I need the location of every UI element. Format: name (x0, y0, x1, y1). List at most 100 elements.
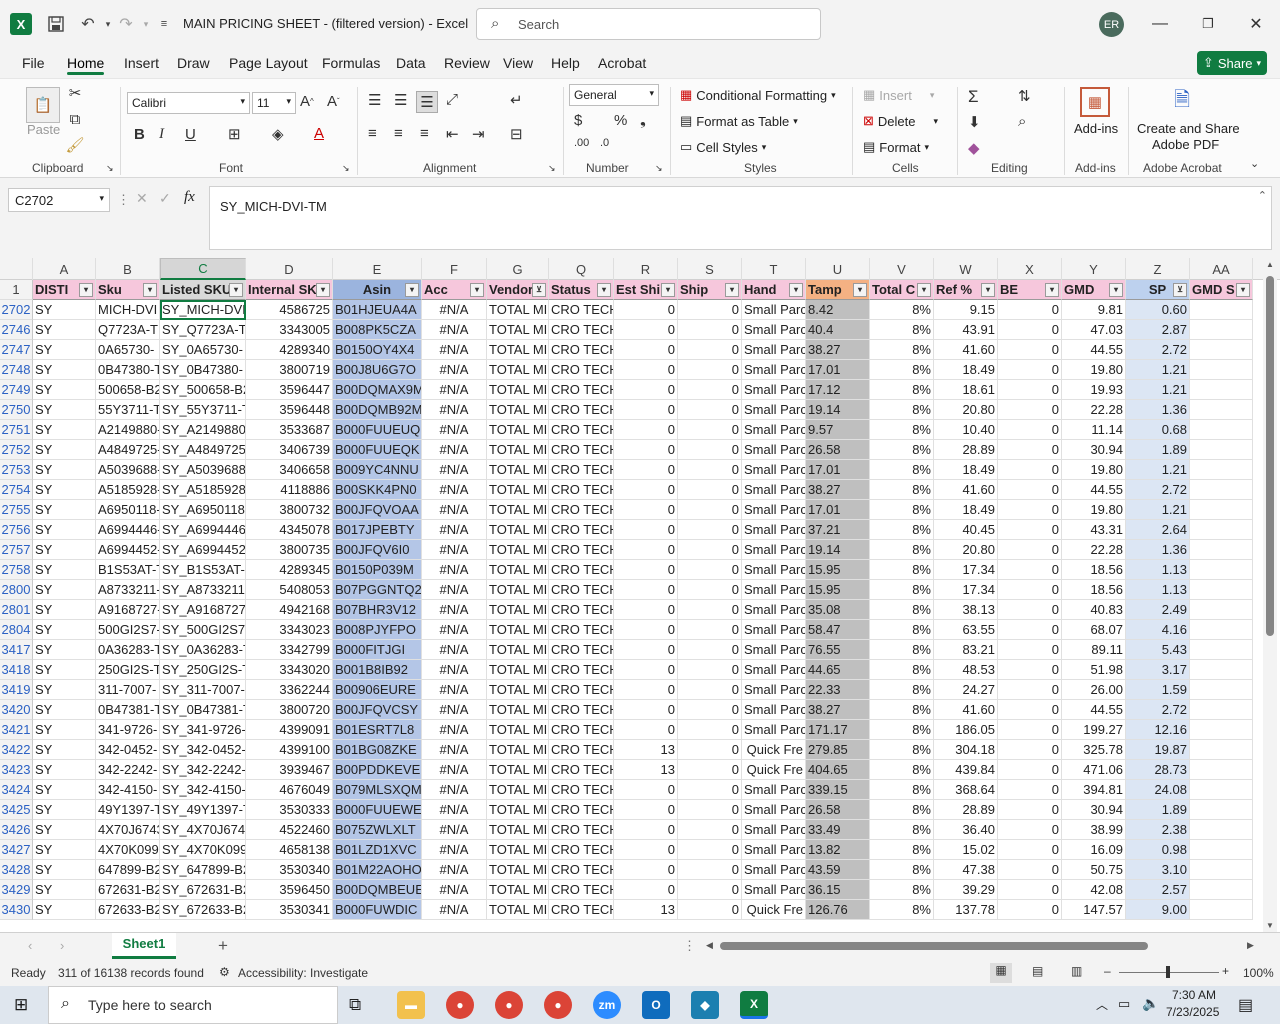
grid-cell[interactable]: TOTAL MI (487, 860, 549, 880)
grid-cell[interactable]: 8% (870, 680, 934, 700)
grid-cell[interactable]: 0 (678, 860, 742, 880)
customize-toolbar-icon[interactable]: ≡ (152, 12, 176, 36)
create-share-label-1[interactable]: Create and Share (1137, 121, 1240, 136)
grid-cell[interactable]: Small Parc (742, 620, 806, 640)
grid-cell[interactable]: 10.40 (934, 420, 998, 440)
grid-cell[interactable]: 83.21 (934, 640, 998, 660)
column-header-d[interactable]: D (246, 258, 333, 280)
grid-cell[interactable]: SY (33, 900, 96, 920)
grid-cell[interactable]: 13 (614, 900, 678, 920)
grid-cell[interactable] (1190, 320, 1253, 340)
grid-cell[interactable]: #N/A (422, 520, 487, 540)
grid-cell[interactable]: 1.13 (1126, 560, 1190, 580)
create-share-label-2[interactable]: Adobe PDF (1152, 137, 1219, 152)
grid-cell[interactable]: SY (33, 780, 96, 800)
grid-cell[interactable]: #N/A (422, 660, 487, 680)
grid-cell[interactable]: #N/A (422, 380, 487, 400)
grid-cell[interactable]: 0 (614, 500, 678, 520)
network-icon[interactable]: ▭ (1118, 996, 1130, 1012)
filter-dropdown-icon[interactable]: ▾ (789, 283, 803, 297)
grid-cell[interactable]: 3596447 (246, 380, 333, 400)
grid-cell[interactable]: 19.14 (806, 400, 870, 420)
grid-cell[interactable]: B0150OY4X4 (333, 340, 422, 360)
grid-cell[interactable]: 279.85 (806, 740, 870, 760)
grid-cell[interactable]: 4942168 (246, 600, 333, 620)
grid-cell[interactable]: SY (33, 540, 96, 560)
prev-sheet-icon[interactable]: ‹ (28, 938, 32, 953)
grid-cell[interactable]: 43.59 (806, 860, 870, 880)
page-break-view-icon[interactable]: ▥ (1071, 964, 1082, 978)
grid-cell[interactable]: 4118886 (246, 480, 333, 500)
grid-cell[interactable]: SY (33, 340, 96, 360)
grid-cell[interactable]: 41.60 (934, 700, 998, 720)
grid-cell[interactable]: 49Y1397-T (96, 800, 160, 820)
expand-formula-icon[interactable]: ⌃ (1258, 189, 1267, 202)
grid-cell[interactable]: 36.40 (934, 820, 998, 840)
grid-cell[interactable]: 8% (870, 780, 934, 800)
grid-cell[interactable]: 44.55 (1062, 700, 1126, 720)
row-number[interactable]: 2801 (0, 600, 33, 620)
grid-cell[interactable]: A8733211- (96, 580, 160, 600)
grid-cell[interactable]: B00JFQV6I0 (333, 540, 422, 560)
grid-cell[interactable]: 0B47381-T (96, 700, 160, 720)
zoom-out-icon[interactable]: – (1104, 964, 1111, 978)
row-number[interactable]: 2702 (0, 300, 33, 320)
grid-cell[interactable]: CRO TECHN (549, 760, 614, 780)
grid-cell[interactable]: Small Parc (742, 380, 806, 400)
tab-page-layout[interactable]: Page Layout (229, 55, 308, 71)
filter-active-icon[interactable]: ⊻ (1173, 283, 1187, 297)
filter-dropdown-icon[interactable]: ▾ (661, 283, 675, 297)
grid-cell[interactable]: 8% (870, 440, 934, 460)
grid-cell[interactable]: 0 (614, 780, 678, 800)
avatar[interactable]: ER (1099, 12, 1124, 37)
column-header-r[interactable]: R (614, 258, 678, 280)
grid-cell[interactable]: 4X70K099 (96, 840, 160, 860)
row-number[interactable]: 3426 (0, 820, 33, 840)
grid-cell[interactable]: 0 (614, 600, 678, 620)
grid-cell[interactable]: 0 (998, 820, 1062, 840)
grid-cell[interactable]: 0 (678, 460, 742, 480)
grid-cell[interactable]: A6950118- (96, 500, 160, 520)
grid-cell[interactable]: SY (33, 580, 96, 600)
grid-cell[interactable]: SY_A9168727- (160, 600, 246, 620)
header-cell[interactable]: DISTI ▾ (33, 280, 96, 300)
grid-cell[interactable]: CRO TECHN (549, 780, 614, 800)
row-number[interactable]: 1 (0, 280, 33, 300)
column-header-z[interactable]: Z (1126, 258, 1190, 280)
grid-cell[interactable]: 2.64 (1126, 520, 1190, 540)
grid-cell[interactable]: 58.47 (806, 620, 870, 640)
grid-cell[interactable]: 368.64 (934, 780, 998, 800)
grid-cell[interactable]: 0 (998, 680, 1062, 700)
grid-cell[interactable]: TOTAL MI (487, 680, 549, 700)
row-number[interactable]: 2754 (0, 480, 33, 500)
grid-cell[interactable]: 28.89 (934, 440, 998, 460)
grid-cell[interactable]: 0 (678, 740, 742, 760)
grid-cell[interactable]: 0 (678, 340, 742, 360)
grid-cell[interactable]: 0 (614, 520, 678, 540)
grid-cell[interactable] (1190, 540, 1253, 560)
grid-cell[interactable]: CRO TECHN (549, 720, 614, 740)
grid-cell[interactable]: 2.49 (1126, 600, 1190, 620)
grid-cell[interactable]: CRO TECHN (549, 660, 614, 680)
sheet-tab[interactable]: Sheet1 (112, 933, 176, 959)
grid-cell[interactable]: 38.99 (1062, 820, 1126, 840)
grid-cell[interactable]: 0 (614, 380, 678, 400)
tab-help[interactable]: Help (551, 55, 580, 71)
grid-cell[interactable]: 0 (614, 620, 678, 640)
row-number[interactable]: 3430 (0, 900, 33, 920)
align-top-icon[interactable]: ☰ (368, 91, 381, 109)
header-cell[interactable]: Ship ▾ (678, 280, 742, 300)
grid-cell[interactable]: 3530340 (246, 860, 333, 880)
grid-cell[interactable]: #N/A (422, 780, 487, 800)
clear-icon[interactable]: ◆ (968, 139, 980, 157)
grid-cell[interactable]: B000FUUEUQ (333, 420, 422, 440)
grid-cell[interactable]: SY_MICH-DVI (160, 300, 246, 320)
grid-cell[interactable]: #N/A (422, 640, 487, 660)
filter-dropdown-icon[interactable]: ▾ (316, 283, 330, 297)
grid-cell[interactable]: 3343023 (246, 620, 333, 640)
grid-cell[interactable]: SY (33, 560, 96, 580)
grid-cell[interactable]: 18.49 (934, 360, 998, 380)
row-number[interactable]: 2752 (0, 440, 33, 460)
tab-review[interactable]: Review (444, 55, 490, 71)
grid-cell[interactable]: TOTAL MI (487, 880, 549, 900)
